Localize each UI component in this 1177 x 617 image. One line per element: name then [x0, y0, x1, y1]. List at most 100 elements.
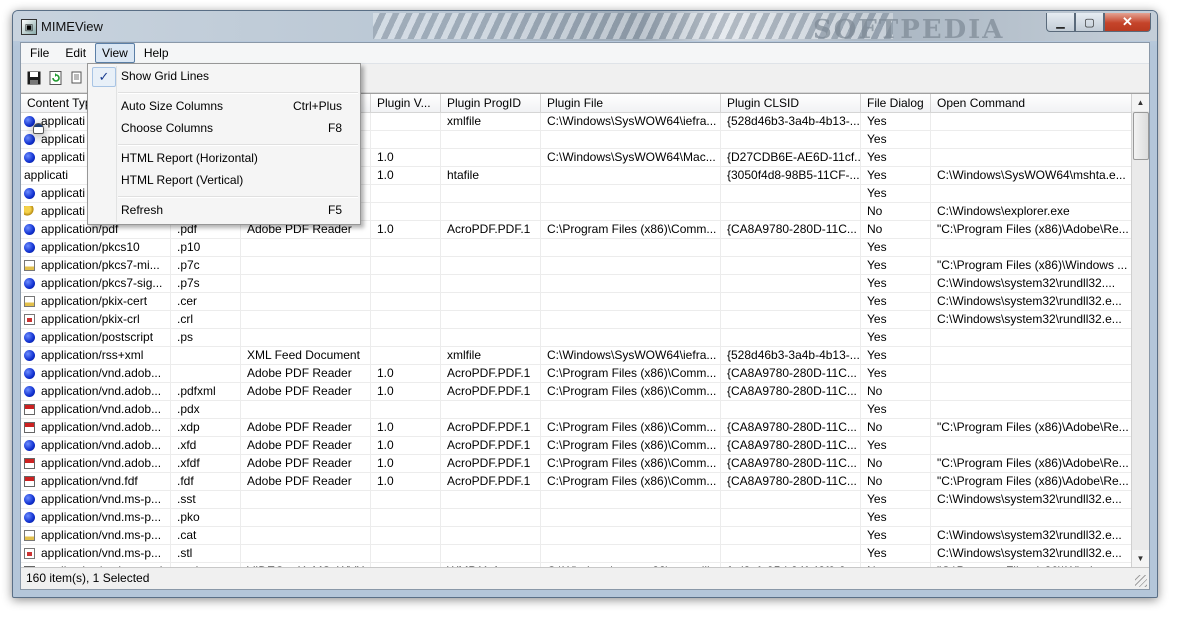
cell-plugin-version — [371, 311, 441, 328]
menu-view[interactable]: View — [95, 43, 135, 63]
cell-plugin-progid: xmlfile — [441, 113, 541, 130]
table-row[interactable]: application/pkix-crl .crl Yes C:\Windows\sy… — [21, 311, 1134, 329]
minimize-button[interactable]: ▁ — [1046, 13, 1075, 32]
cell-plugin-progid: AcroPDF.PDF.1 — [441, 473, 541, 490]
cell-content-type: application/vnd.ms-p... — [21, 527, 171, 544]
cell-plugin-progid — [441, 131, 541, 148]
cell-plugin-clsid: {CA8A9780-280D-11C... — [721, 221, 861, 238]
pdf-icon — [24, 476, 35, 487]
table-row[interactable]: application/rss+xml XML Feed Document xmlf… — [21, 347, 1134, 365]
table-row[interactable]: application/vnd.adob... .xdp Adobe PDF Rea… — [21, 419, 1134, 437]
menu-item-choose-columns[interactable]: Choose Columns F8 — [90, 118, 358, 138]
globe-icon — [24, 332, 35, 343]
view-menu-dropdown: ✓ Show Grid Lines Auto Size Columns Ctrl… — [87, 63, 361, 225]
cell-file-dialog: Yes — [861, 347, 931, 364]
cell-extensions: .sst — [171, 491, 241, 508]
menu-item-refresh[interactable]: Refresh F5 — [90, 200, 358, 220]
cell-plugin-version: 1.0 — [371, 365, 441, 382]
menu-item-label: Show Grid Lines — [121, 69, 210, 83]
table-row[interactable]: application/vnd.adob... .xfd Adobe PDF Rea… — [21, 437, 1134, 455]
menu-file[interactable]: File — [23, 43, 56, 63]
table-row[interactable]: application/pkcs10 .p10 Yes — [21, 239, 1134, 257]
pdf-icon — [24, 422, 35, 433]
copy-icon[interactable] — [69, 69, 87, 87]
menu-edit[interactable]: Edit — [58, 43, 93, 63]
vertical-scrollbar[interactable]: ▲ ▼ — [1131, 94, 1149, 567]
cell-open-command — [931, 185, 1134, 202]
scroll-up-icon[interactable]: ▲ — [1132, 94, 1149, 111]
menu-item-show-grid-lines[interactable]: ✓ Show Grid Lines — [90, 66, 358, 87]
header-col-plugin-version[interactable]: Plugin V... — [371, 94, 441, 112]
cell-plugin-name — [241, 545, 371, 562]
menu-help[interactable]: Help — [137, 43, 176, 63]
cell-open-command: C:\Windows\system32\rundll32.... — [931, 275, 1134, 292]
globe-icon — [24, 386, 35, 397]
table-row[interactable]: application/vnd.adob... .pdx Yes — [21, 401, 1134, 419]
cell-open-command — [931, 347, 1134, 364]
table-row[interactable]: application/vnd.ms-p... .pko Yes — [21, 509, 1134, 527]
cell-text: application/postscript — [41, 330, 154, 344]
cell-plugin-file — [541, 509, 721, 526]
menu-item-auto-size-columns[interactable]: Auto Size Columns Ctrl+Plus — [90, 96, 358, 116]
cell-plugin-progid: AcroPDF.PDF.1 — [441, 383, 541, 400]
table-row[interactable]: application/vnd.fdf .fdf Adobe PDF Reader 1… — [21, 473, 1134, 491]
globe-icon — [24, 368, 35, 379]
table-row[interactable]: application/pkcs7-mi... .p7c Yes "C:\Progra… — [21, 257, 1134, 275]
table-row[interactable]: application/postscript .ps Yes — [21, 329, 1134, 347]
cell-plugin-progid — [441, 203, 541, 220]
cell-plugin-clsid — [721, 185, 861, 202]
cell-open-command: C:\Windows\explorer.exe — [931, 203, 1134, 220]
header-col-plugin-clsid[interactable]: Plugin CLSID — [721, 94, 861, 112]
header-col-file-dialog[interactable]: File Dialog — [861, 94, 931, 112]
cell-plugin-version — [371, 329, 441, 346]
cell-plugin-file — [541, 527, 721, 544]
maximize-button[interactable]: ▢ — [1075, 13, 1104, 32]
scroll-thumb[interactable] — [1133, 112, 1149, 160]
table-row[interactable]: application/vnd.adob... .xfdf Adobe PDF Re… — [21, 455, 1134, 473]
title-bar[interactable]: SOFTPEDIA ▣ MIMEView ▁ ▢ ✕ — [13, 11, 1157, 45]
cell-plugin-version: 1.0 — [371, 383, 441, 400]
cell-extensions — [171, 365, 241, 382]
menu-item-html-report-horizontal[interactable]: HTML Report (Horizontal) — [90, 148, 358, 168]
table-row[interactable]: application/vnd.ms-p... .stl Yes C:\Windows… — [21, 545, 1134, 563]
cell-open-command — [931, 149, 1134, 166]
cell-file-dialog: Yes — [861, 545, 931, 562]
cell-plugin-file: C:\Program Files (x86)\Comm... — [541, 365, 721, 382]
cell-extensions: .stl — [171, 545, 241, 562]
cell-plugin-clsid: {D27CDB6E-AE6D-11cf... — [721, 149, 861, 166]
cell-plugin-file — [541, 131, 721, 148]
table-row[interactable]: application/vnd.adob... Adobe PDF Reader 1… — [21, 365, 1134, 383]
cell-text: applicati — [24, 168, 69, 182]
cell-content-type: application/vnd.ms-p... — [21, 509, 171, 526]
header-col-plugin-progid[interactable]: Plugin ProgID — [441, 94, 541, 112]
header-col-plugin-file[interactable]: Plugin File — [541, 94, 721, 112]
table-row[interactable]: application/vnd.adob... .pdfxml Adobe PDF … — [21, 383, 1134, 401]
menu-item-label: Auto Size Columns — [121, 99, 224, 113]
save-icon[interactable] — [25, 69, 43, 87]
cell-plugin-file — [541, 293, 721, 310]
cell-extensions: .pko — [171, 509, 241, 526]
cell-file-dialog: No — [861, 455, 931, 472]
cell-plugin-progid — [441, 545, 541, 562]
table-row[interactable]: application/pkix-cert .cer Yes C:\Windows\s… — [21, 293, 1134, 311]
menu-item-html-report-vertical[interactable]: HTML Report (Vertical) — [90, 170, 358, 190]
resize-grip-icon[interactable] — [1135, 575, 1147, 587]
cell-plugin-version — [371, 527, 441, 544]
table-row[interactable]: application/vnd.ms-p... .sst Yes C:\Windows… — [21, 491, 1134, 509]
cell-plugin-file: C:\Windows\SysWOW64\iefra... — [541, 113, 721, 130]
globe-icon — [24, 152, 35, 163]
cell-plugin-version — [371, 347, 441, 364]
scroll-down-icon[interactable]: ▼ — [1132, 550, 1149, 567]
cell-open-command: "C:\Program Files (x86)\Adobe\Re... — [931, 419, 1134, 436]
cell-plugin-file: C:\Program Files (x86)\Comm... — [541, 419, 721, 436]
menu-item-shortcut: F5 — [327, 203, 342, 217]
cell-text: application/pkix-crl — [41, 312, 140, 326]
refresh-icon[interactable] — [47, 69, 65, 87]
cell-plugin-clsid: {528d46b3-3a4b-4b13-... — [721, 347, 861, 364]
app-icon[interactable]: ▣ — [21, 19, 37, 35]
cell-plugin-progid — [441, 311, 541, 328]
table-row[interactable]: application/pkcs7-sig... .p7s Yes C:\Window… — [21, 275, 1134, 293]
close-button[interactable]: ✕ — [1104, 13, 1151, 32]
table-row[interactable]: application/vnd.ms-p... .cat Yes C:\Windows… — [21, 527, 1134, 545]
header-col-open-command[interactable]: Open Command — [931, 94, 1134, 112]
